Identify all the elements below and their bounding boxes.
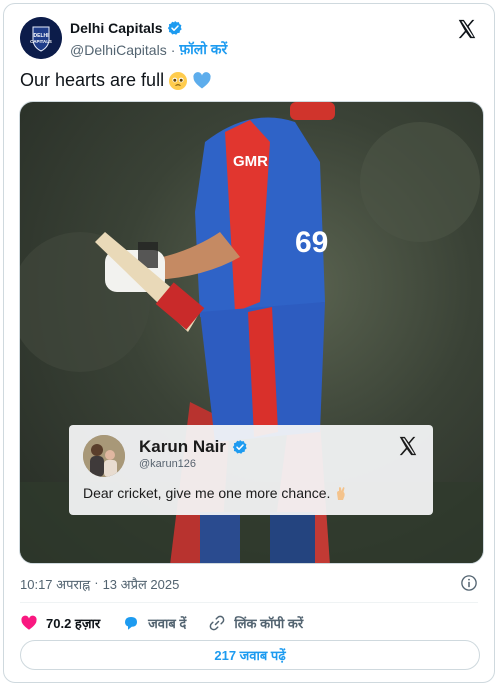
post-date[interactable]: 13 अप्रैल 2025 [103, 575, 180, 593]
link-icon [209, 615, 225, 631]
separator-dot: · [170, 41, 176, 58]
reply-label: जवाब दें [148, 616, 187, 631]
author-handle[interactable]: @DelhiCapitals [70, 42, 167, 58]
quote-author-name: Karun Nair [139, 437, 226, 456]
timestamp-separator: · [94, 575, 99, 590]
follow-button[interactable]: फ़ॉलो करें [179, 40, 227, 59]
verified-badge-icon [167, 21, 182, 35]
like-count: 70.2 हज़ार [46, 616, 101, 631]
like-button[interactable]: 70.2 हज़ार [20, 614, 100, 632]
jersey-sponsor-text: GMR [233, 153, 268, 170]
verified-badge-icon [232, 440, 247, 454]
divider [20, 602, 478, 603]
tweet-text: Our hearts are full [20, 70, 212, 91]
quote-text-content: Dear cricket, give me one more chance. [83, 485, 331, 501]
copy-link-label: लिंक कॉपी करें [234, 616, 304, 631]
author-name-row[interactable]: Delhi Capitals [70, 20, 183, 36]
tweet-text-content: Our hearts are full [20, 70, 165, 90]
crossed-fingers-emoji [337, 487, 346, 500]
info-icon[interactable] [460, 574, 478, 592]
speech-bubble-icon [125, 617, 138, 630]
heart-icon [21, 615, 37, 630]
post-timestamp[interactable]: 10:17 अपराह्न · 13 अप्रैल 2025 [20, 575, 179, 593]
tweet-card: DELHI CAPITALS Delhi Capitals @DelhiCapi… [3, 3, 495, 683]
quote-author-handle: @karun126 [139, 458, 197, 470]
tweet-media-image[interactable]: GMR 69 Karun Nair @karun126 Dear cricket… [19, 101, 484, 564]
post-time[interactable]: 10:17 अपराह्न [20, 575, 90, 593]
quote-author-avatar [83, 435, 125, 477]
blue-heart-emoji [193, 71, 211, 88]
quote-author-name-row: Karun Nair [139, 437, 248, 457]
read-replies-button[interactable]: 217 जवाब पढ़ें [20, 640, 480, 670]
svg-text:CAPITALS: CAPITALS [30, 39, 52, 44]
action-bar: 70.2 हज़ार जवाब दें लिंक कॉपी करें [20, 613, 325, 633]
copy-link-button[interactable]: लिंक कॉपी करें [208, 614, 303, 632]
x-logo-icon[interactable] [456, 18, 478, 40]
author-name[interactable]: Delhi Capitals [70, 20, 163, 36]
reply-button[interactable]: जवाब दें [122, 614, 186, 632]
pleading-face-emoji [169, 71, 188, 90]
quoted-post-card: Karun Nair @karun126 Dear cricket, give … [69, 425, 433, 515]
jersey-number: 69 [295, 226, 328, 259]
delhi-capitals-logo: DELHI CAPITALS [20, 17, 62, 59]
x-logo-icon [399, 436, 417, 456]
avatar-photo [83, 435, 125, 477]
quote-text: Dear cricket, give me one more chance. [83, 485, 349, 501]
author-avatar[interactable]: DELHI CAPITALS [20, 17, 62, 59]
handle-row: @DelhiCapitals · फ़ॉलो करें [70, 40, 227, 59]
